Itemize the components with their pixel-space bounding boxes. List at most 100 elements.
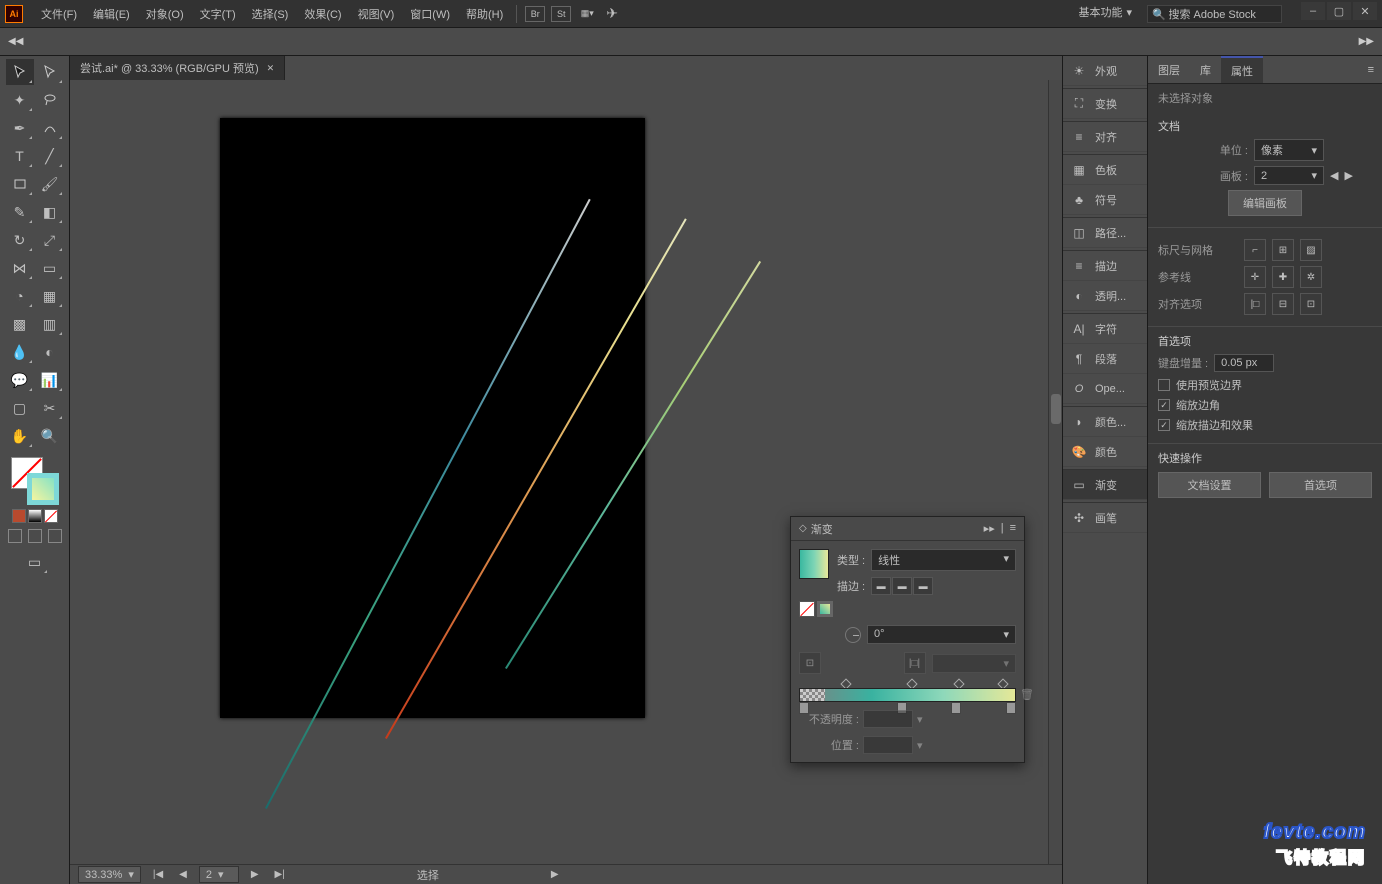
screen-mode[interactable]: ▭ [21,549,49,575]
stock-icon[interactable]: St [551,6,571,22]
stroke-mode-3[interactable]: ▬ [913,577,933,595]
dock-align[interactable]: ≡对齐 [1063,122,1147,152]
scale-tool[interactable]: ⤢ [36,227,64,253]
gradient-type-select[interactable]: 线性▾ [871,549,1016,571]
artboard-select[interactable]: 2▾ [1254,166,1324,185]
paintbrush-tool[interactable]: 🖌 [36,171,64,197]
bridge-icon[interactable]: Br [525,6,545,22]
gradient-slider[interactable]: 🗑 [799,688,1016,702]
dock-appearance[interactable]: ☀外观 [1063,56,1147,86]
angle-input[interactable]: 0°▾ [867,625,1016,644]
aspect-lock-icon[interactable]: ⊡ [799,652,821,674]
dock-symbols[interactable]: ♣符号 [1063,185,1147,215]
expand-left-icon[interactable]: ◀◀ [8,36,23,47]
selection-tool[interactable] [6,59,34,85]
kbinc-input[interactable]: 0.05 px [1214,354,1274,372]
draw-inside[interactable] [48,529,62,543]
dock-transparency[interactable]: ◐透明... [1063,281,1147,311]
eraser-tool[interactable]: ◧ [36,199,64,225]
menu-view[interactable]: 视图(V) [350,0,403,28]
mini-stroke[interactable] [817,601,833,617]
aspect-icon[interactable]: |□| [904,652,926,674]
line-tool[interactable]: ╱ [36,143,64,169]
workspace-switcher[interactable]: 基本功能▾ [1078,4,1132,20]
color-stop-4[interactable] [1006,702,1016,714]
next-page[interactable]: ▶ [247,869,263,880]
expand-right-icon[interactable]: ▶▶ [1359,36,1374,47]
ruler-icon[interactable]: ⌐ [1244,239,1266,261]
curvature-tool[interactable] [36,115,64,141]
none-mode[interactable] [44,509,58,523]
dock-color[interactable]: 🎨颜色 [1063,437,1147,467]
draw-normal[interactable] [8,529,22,543]
blend-tool[interactable]: ◐ [36,339,64,365]
first-page[interactable]: |◀ [149,869,167,880]
lasso-tool[interactable] [36,87,64,113]
position-input[interactable] [863,736,913,754]
text-tool[interactable]: T [6,143,34,169]
chk-scale-strokes[interactable]: ✓缩放描边和效果 [1158,417,1372,433]
draw-behind[interactable] [28,529,42,543]
menu-text[interactable]: 文字(T) [192,0,244,28]
snap-icon-3[interactable]: ⊡ [1300,293,1322,315]
dock-transform[interactable]: ⛶变换 [1063,89,1147,119]
next-artboard-icon[interactable]: ▶ [1344,169,1352,182]
close-button[interactable]: ✕ [1353,2,1377,20]
snap-icon-2[interactable]: ⊟ [1272,293,1294,315]
chk-scale-corners[interactable]: ✓缩放边角 [1158,397,1372,413]
panel-menu-icon[interactable]: ≡ [1010,522,1016,535]
tab-library[interactable]: 库 [1190,56,1221,83]
guide-icon-1[interactable]: ✛ [1244,266,1266,288]
tab-layers[interactable]: 图层 [1148,56,1190,83]
menu-window[interactable]: 窗口(W) [402,0,458,28]
width-tool[interactable]: ⋈ [6,255,34,281]
unit-select[interactable]: 像素▾ [1254,139,1324,161]
menu-object[interactable]: 对象(O) [138,0,192,28]
artboard-tool[interactable]: ▢ [6,395,34,421]
free-transform-tool[interactable]: ▭ [36,255,64,281]
artboard-nav[interactable]: 2▾ [199,866,239,883]
eyedropper-tool[interactable]: 💧 [6,339,34,365]
dock-pathfinder[interactable]: ◫路径... [1063,218,1147,248]
transparency-grid-icon[interactable]: ▨ [1300,239,1322,261]
minimize-button[interactable]: – [1301,2,1325,20]
menu-edit[interactable]: 编辑(E) [85,0,138,28]
dock-swatches[interactable]: ▦色板 [1063,155,1147,185]
doc-setup-button[interactable]: 文档设置 [1158,472,1261,498]
mesh-tool[interactable]: ▩ [6,311,34,337]
gradient-mode[interactable] [28,509,42,523]
perspective-tool[interactable]: ▦ [36,283,64,309]
stroke-mode-2[interactable]: ▬ [892,577,912,595]
zoom-tool[interactable]: 🔍 [36,423,64,449]
menu-file[interactable]: 文件(F) [33,0,85,28]
rectangle-tool[interactable] [6,171,34,197]
grid-icon[interactable]: ⊞ [1272,239,1294,261]
gradient-tool[interactable]: ▥ [36,311,64,337]
magic-wand-tool[interactable]: ✦ [6,87,34,113]
edit-artboard-button[interactable]: 编辑画板 [1228,190,1302,216]
vertical-scrollbar[interactable] [1048,80,1062,864]
symbol-sprayer-tool[interactable]: 💬 [6,367,34,393]
stroke-mode-1[interactable]: ▬ [871,577,891,595]
snap-icon-1[interactable]: |□ [1244,293,1266,315]
menu-select[interactable]: 选择(S) [244,0,297,28]
mini-fill[interactable] [799,601,815,617]
prev-artboard-icon[interactable]: ◀ [1330,169,1338,182]
chk-preview-bounds[interactable]: 使用预览边界 [1158,377,1372,393]
fill-stroke-swatch[interactable] [11,457,59,505]
color-mode[interactable] [12,509,26,523]
guide-icon-2[interactable]: ✚ [1272,266,1294,288]
rotate-tool[interactable]: ↻ [6,227,34,253]
document-tab[interactable]: 尝试.ai* @ 33.33% (RGB/GPU 预览) ✕ [70,56,285,80]
direct-selection-tool[interactable] [36,59,64,85]
gradient-panel-header[interactable]: ◇渐变 ▸▸|≡ [791,517,1024,541]
dock-colorguide[interactable]: ◗颜色... [1063,407,1147,437]
hand-tool[interactable]: ✋ [6,423,34,449]
pen-tool[interactable]: ✒ [6,115,34,141]
shaper-tool[interactable]: ✎ [6,199,34,225]
trash-icon[interactable]: 🗑 [1020,688,1034,701]
dock-opentype[interactable]: OOpe... [1063,374,1147,404]
gradient-ramp[interactable] [799,688,1016,702]
color-stop-3[interactable] [951,702,961,714]
gpu-icon[interactable]: ✈ [606,5,618,22]
